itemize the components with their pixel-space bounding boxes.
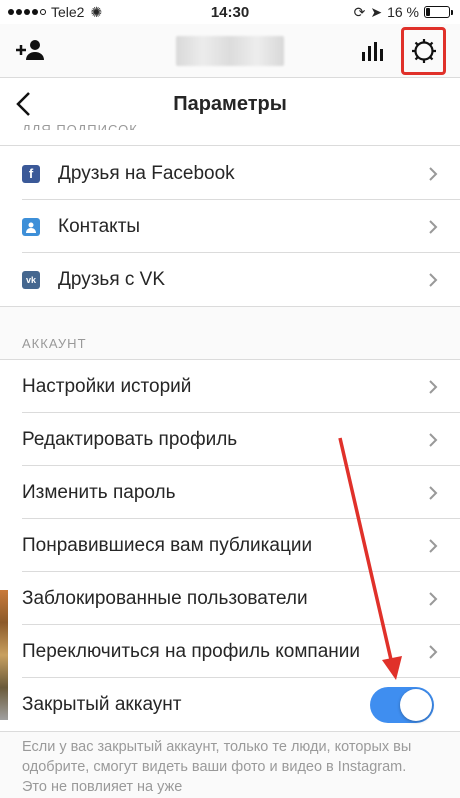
list-item-label: Друзья на Facebook: [58, 162, 235, 184]
list-item-blocked-users[interactable]: Заблокированные пользователи: [0, 572, 460, 625]
list-item-switch-business[interactable]: Переключиться на профиль компании: [0, 625, 460, 678]
page-title: Параметры: [173, 93, 287, 115]
chevron-right-icon: [429, 220, 438, 234]
private-account-footnote: Если у вас закрытый аккаунт, только те л…: [22, 739, 412, 795]
vk-icon: vk: [22, 270, 40, 289]
add-user-icon[interactable]: [14, 38, 44, 62]
gear-highlight-box[interactable]: [401, 27, 446, 75]
section-header-follow: ДЛЯ ПОДПИСОК: [22, 122, 138, 130]
toggle-knob: [400, 689, 432, 721]
background-photo-edge: [0, 590, 8, 720]
private-account-row: Закрытый аккаунт: [0, 678, 460, 731]
lock-rotation-icon: ⟳: [353, 3, 366, 20]
signal-dots-icon: [8, 9, 46, 15]
chevron-right-icon: [429, 273, 438, 287]
list-item-liked-posts[interactable]: Понравившиеся вам публикации: [0, 519, 460, 572]
section-gap: АККАУНТ: [0, 306, 460, 360]
carrier-name: Tele2: [51, 4, 85, 20]
contacts-icon: [22, 217, 40, 236]
profile-top-bar: [0, 24, 460, 78]
battery-percent: 16 %: [387, 4, 419, 20]
section-header-account: АККАУНТ: [22, 336, 87, 351]
chevron-right-icon: [429, 486, 438, 500]
list-item-label: Переключиться на профиль компании: [22, 640, 360, 662]
list-item-label: Изменить пароль: [22, 481, 176, 503]
list-item-change-password[interactable]: Изменить пароль: [0, 466, 460, 519]
list-item-facebook-friends[interactable]: f Друзья на Facebook: [0, 147, 460, 200]
stats-icon[interactable]: [361, 40, 383, 62]
loading-spinner-icon: ✺: [90, 3, 103, 20]
chevron-right-icon: [429, 645, 438, 659]
location-icon: ➤: [370, 3, 383, 20]
divider: [0, 145, 460, 146]
list-item-label: Настройки историй: [22, 375, 192, 397]
username-blurred: [176, 36, 284, 66]
chevron-right-icon: [429, 433, 438, 447]
list-item-label: Заблокированные пользователи: [22, 587, 308, 609]
chevron-right-icon: [429, 167, 438, 181]
private-account-toggle[interactable]: [370, 687, 434, 723]
chevron-right-icon: [429, 539, 438, 553]
list-item-label: Друзья с VK: [58, 268, 166, 290]
list-item-label: Контакты: [58, 215, 141, 237]
list-item-label: Редактировать профиль: [22, 428, 238, 450]
gear-icon: [411, 39, 436, 63]
list-item-vk-friends[interactable]: vk Друзья с VK: [0, 253, 460, 306]
private-account-label: Закрытый аккаунт: [22, 693, 182, 715]
battery-icon: [424, 6, 453, 18]
chevron-right-icon: [429, 380, 438, 394]
status-bar: Tele2 ✺ 14:30 ⟳ ➤ 16 %: [0, 0, 460, 24]
list-item-story-settings[interactable]: Настройки историй: [0, 360, 460, 413]
list-item-edit-profile[interactable]: Редактировать профиль: [0, 413, 460, 466]
list-item-label: Понравившиеся вам публикации: [22, 534, 313, 556]
chevron-right-icon: [429, 592, 438, 606]
list-item-contacts[interactable]: Контакты: [0, 200, 460, 253]
facebook-icon: f: [22, 164, 40, 183]
